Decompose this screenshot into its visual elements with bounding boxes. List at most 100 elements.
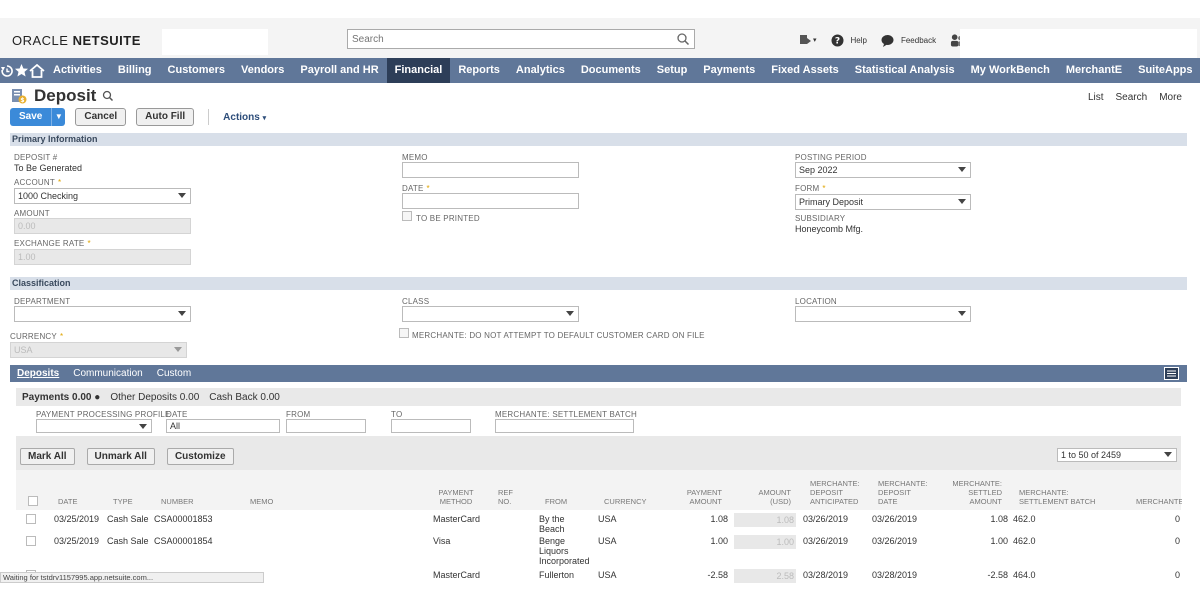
row-amount-usd: 1.08 — [734, 513, 796, 527]
nav-merchante[interactable]: MerchantE — [1058, 58, 1130, 83]
title-search-icon[interactable] — [102, 90, 114, 102]
account-select[interactable]: 1000 Checking — [14, 188, 191, 204]
col-ref-no[interactable]: REF NO. — [498, 488, 520, 506]
nav-customers[interactable]: Customers — [160, 58, 233, 83]
col-deposit-anticipated[interactable]: MERCHANTE: DEPOSIT ANTICIPATED — [810, 479, 860, 506]
nav-documents[interactable]: Documents — [573, 58, 649, 83]
payment-profile-chevron-down-icon — [139, 424, 147, 429]
payment-profile-select[interactable] — [36, 419, 152, 433]
auto-fill-button[interactable]: Auto Fill — [136, 108, 195, 126]
classification-header[interactable]: Classification — [10, 277, 1187, 290]
recent-records-icon[interactable] — [798, 33, 812, 47]
favorites-star-icon[interactable] — [14, 58, 29, 83]
mark-all-button[interactable]: Mark All — [20, 448, 75, 465]
col-number[interactable]: NUMBER — [161, 497, 194, 506]
list-link[interactable]: List — [1088, 92, 1104, 103]
col-settlement-discrepancy[interactable]: MERCHANTE: SETTLEMENT DISCREPAN — [1136, 497, 1182, 506]
department-select[interactable] — [14, 306, 191, 322]
form-select[interactable]: Primary Deposit — [795, 194, 971, 210]
list-view-icon[interactable] — [1164, 367, 1179, 380]
row-deposit-date: 03/26/2019 — [872, 536, 918, 546]
unmark-all-button[interactable]: Unmark All — [86, 448, 155, 465]
class-select[interactable] — [402, 306, 579, 322]
help-icon[interactable]: ? — [831, 33, 845, 47]
nav-statistical-analysis[interactable]: Statistical Analysis — [847, 58, 963, 83]
col-settlement-batch[interactable]: MERCHANTE: SETTLEMENT BATCH — [1019, 488, 1119, 506]
col-settled-amount[interactable]: MERCHANTE: SETTLED AMOUNT — [950, 479, 1002, 506]
oracle-netsuite-logo[interactable]: ORACLE NETSUITE — [12, 33, 141, 48]
nav-setup[interactable]: Setup — [649, 58, 696, 83]
nav-payments[interactable]: Payments — [695, 58, 763, 83]
row-payment-method: MasterCard — [433, 570, 481, 580]
col-from[interactable]: FROM — [545, 497, 567, 506]
nav-activities[interactable]: Activities — [45, 58, 110, 83]
date-label-text: DATE — [402, 184, 424, 193]
search-link[interactable]: Search — [1116, 92, 1148, 103]
row-checkbox[interactable] — [26, 514, 36, 524]
col-date[interactable]: DATE — [58, 497, 77, 506]
primary-information-header[interactable]: Primary Information — [10, 133, 1187, 146]
tab-cash-back[interactable]: Cash Back 0.00 — [209, 392, 280, 403]
memo-label: MEMO — [402, 153, 428, 162]
table-row[interactable]: 03/25/2019 Cash Sale CSA00001853 MasterC… — [16, 510, 1181, 534]
customize-button[interactable]: Customize — [166, 448, 234, 465]
col-deposit-date[interactable]: MERCHANTE: DEPOSIT DATE — [878, 479, 928, 506]
nav-fixed-assets[interactable]: Fixed Assets — [763, 58, 846, 83]
row-number[interactable]: CSA00001853 — [154, 514, 213, 524]
tab-payments[interactable]: Payments 0.00 ● — [22, 392, 100, 403]
row-deposit-date: 03/26/2019 — [872, 514, 918, 524]
date-input[interactable] — [402, 193, 579, 209]
recent-chevron-down-icon[interactable]: ▾ — [813, 36, 817, 44]
actions-menu[interactable]: Actions ▾ — [223, 112, 266, 123]
row-settlement-discrepancy: 0 — [1174, 536, 1180, 546]
nav-suiteapps[interactable]: SuiteApps — [1130, 58, 1200, 83]
home-icon[interactable] — [29, 58, 45, 83]
nav-my-workbench[interactable]: My WorkBench — [963, 58, 1058, 83]
save-button[interactable]: Save — [10, 108, 51, 126]
filter-from-input[interactable] — [286, 419, 366, 433]
col-amount-usd[interactable]: AMOUNT (USD) — [756, 488, 792, 506]
pagination-select[interactable]: 1 to 50 of 2459 — [1057, 448, 1177, 462]
global-search-input[interactable] — [348, 30, 668, 48]
nav-payroll-and-hr[interactable]: Payroll and HR — [292, 58, 386, 83]
nav-financial[interactable]: Financial — [386, 58, 451, 83]
merchante-default-card-checkbox[interactable] — [399, 328, 409, 338]
cancel-button[interactable]: Cancel — [75, 108, 127, 126]
filter-date-input[interactable]: All — [166, 419, 280, 433]
tab-deposits[interactable]: Deposits — [10, 365, 66, 382]
filter-to-label: TO — [391, 410, 403, 419]
nav-reports[interactable]: Reports — [450, 58, 508, 83]
filter-to-input[interactable] — [391, 419, 471, 433]
to-be-printed-checkbox[interactable] — [402, 211, 412, 221]
main-navigation: Activities Billing Customers Vendors Pay… — [0, 58, 1200, 83]
nav-billing[interactable]: Billing — [110, 58, 160, 83]
col-payment-method[interactable]: PAYMENT METHOD — [434, 488, 478, 506]
deposits-panel: Payments 0.00 ● Other Deposits 0.00 Cash… — [16, 388, 1182, 600]
feedback-icon[interactable] — [881, 33, 895, 47]
tab-custom[interactable]: Custom — [150, 365, 198, 382]
recent-history-icon[interactable] — [0, 58, 14, 83]
nav-analytics[interactable]: Analytics — [508, 58, 573, 83]
filter-settlement-batch-input[interactable] — [495, 419, 634, 433]
col-type[interactable]: TYPE — [113, 497, 133, 506]
col-payment-amount[interactable]: PAYMENT AMOUNT — [682, 488, 722, 506]
row-number[interactable]: CSA00001854 — [154, 536, 213, 546]
help-link[interactable]: Help — [851, 36, 867, 45]
feedback-link[interactable]: Feedback — [901, 36, 936, 45]
col-currency[interactable]: CURRENCY — [604, 497, 647, 506]
nav-vendors[interactable]: Vendors — [233, 58, 292, 83]
tab-other-deposits[interactable]: Other Deposits 0.00 — [110, 392, 199, 403]
table-row[interactable]: 03/25/2019 Cash Sale CSA00001854 Visa Be… — [16, 532, 1181, 566]
select-all-checkbox[interactable] — [28, 496, 38, 506]
memo-input[interactable] — [402, 162, 579, 178]
col-memo[interactable]: MEMO — [250, 497, 273, 506]
search-icon[interactable] — [676, 32, 690, 46]
tab-communication[interactable]: Communication — [66, 365, 149, 382]
row-payment-amount: 1.08 — [710, 514, 728, 524]
row-checkbox[interactable] — [26, 536, 36, 546]
location-select[interactable] — [795, 306, 971, 322]
save-options-chevron-down-icon[interactable]: ▼ — [51, 108, 65, 126]
global-search[interactable] — [347, 29, 695, 49]
more-link[interactable]: More — [1159, 92, 1182, 103]
posting-period-select[interactable]: Sep 2022 — [795, 162, 971, 178]
